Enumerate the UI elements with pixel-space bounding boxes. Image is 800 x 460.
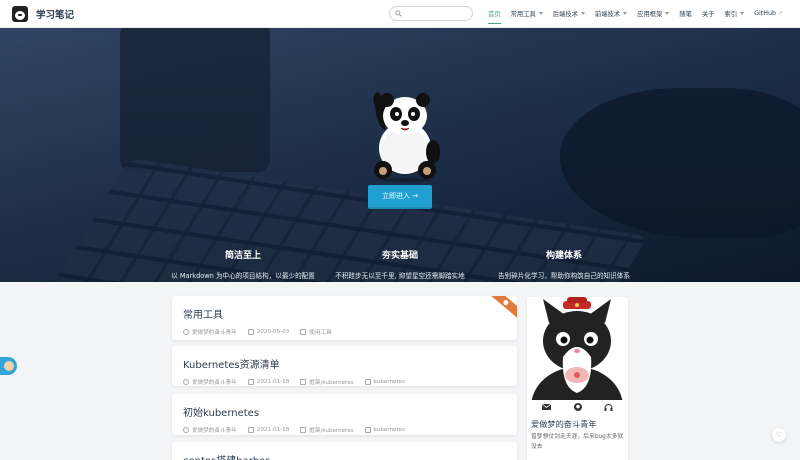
chevron-down-icon (538, 12, 543, 15)
heart-icon: ♡ (775, 431, 783, 439)
post-title[interactable]: 常用工具 (183, 306, 506, 321)
github-icon[interactable] (572, 403, 584, 411)
nav-item-about[interactable]: 关于 (702, 0, 715, 28)
feature-system: 构建体系 告别碎片化学习，帮助你构筑自己的知识体系 (489, 248, 639, 282)
chevron-down-icon (580, 12, 585, 15)
calendar-icon (247, 379, 254, 385)
user-icon (183, 379, 189, 385)
feature-title: 构建体系 (545, 251, 582, 261)
feature-description: 以 Markdown 为中心的项目结构，以最少的配置帮助你专注于写作。 (171, 272, 315, 280)
feature-description: 告别碎片化学习，帮助你构筑自己的知识体系 (498, 272, 630, 280)
search-box[interactable] (389, 6, 474, 21)
post-date: 2021-01-18 (256, 379, 290, 385)
post-card[interactable]: ⬤ 常用工具 爱做梦的奋斗青年 2020-05-03 使用工具 (172, 296, 517, 340)
folder-icon (300, 329, 307, 335)
avatar-icon (3, 361, 14, 371)
post-date: 2021-01-18 (256, 427, 290, 433)
folder-icon (300, 427, 307, 433)
post-card[interactable]: Kubernetes资源清单 爱做梦的奋斗青年 2021-01-18 框架/ku… (172, 346, 517, 386)
chevron-down-icon (623, 12, 628, 15)
calendar-icon (247, 329, 254, 335)
post-tag[interactable]: kubernetes (374, 379, 405, 385)
blogger-avatar (527, 297, 628, 400)
nav-right: 首页 常用工具 后端技术 前端技术 应用框架 随笔 关于 索引 GitHub ↗ (389, 0, 788, 28)
mail-icon[interactable] (541, 403, 553, 411)
folder-icon (300, 379, 307, 385)
feature-foundation: 夯实基础 不积跬步无以至千里, 抑望星空还需脚踏实地 (325, 248, 475, 282)
live2d-toggle-button[interactable] (0, 357, 17, 375)
nav-item-frameworks[interactable]: 应用框架 (637, 0, 670, 28)
post-author[interactable]: 爱做梦的奋斗青年 (192, 328, 237, 336)
blogger-slogan: 曾梦想仗剑走天涯，后来bug太多就没去 (531, 434, 624, 450)
blogger-name: 爱做梦的奋斗青年 (531, 419, 597, 429)
feature-simplicity: 简洁至上 以 Markdown 为中心的项目结构，以最少的配置帮助你专注于写作。 (168, 248, 318, 282)
post-title[interactable]: centos搭建harbor (183, 452, 506, 460)
social-links (527, 403, 628, 411)
search-icon (395, 10, 402, 17)
nav-item-backend[interactable]: 后端技术 (553, 0, 585, 28)
tag-icon (364, 379, 371, 385)
post-category[interactable]: 使用工具 (309, 328, 331, 336)
calendar-icon (247, 427, 254, 433)
tag-icon (364, 427, 371, 433)
feature-title: 简洁至上 (224, 251, 261, 261)
site-title[interactable]: 学习笔记 (36, 7, 74, 21)
nav-item-tools[interactable]: 常用工具 (511, 0, 543, 28)
post-date: 2020-05-03 (256, 329, 290, 335)
post-author[interactable]: 爱做梦的奋斗青年 (192, 426, 237, 434)
user-icon (183, 427, 189, 433)
post-category[interactable]: 框架/kubernetes (309, 378, 353, 386)
chevron-down-icon (665, 12, 670, 15)
search-input[interactable] (405, 10, 472, 17)
hero-banner: 立即进入 → 简洁至上 以 Markdown 为中心的项目结构，以最少的配置帮助… (0, 28, 800, 282)
post-meta: 爱做梦的奋斗青年 2021-01-18 框架/kubernetes kubern… (183, 426, 506, 434)
post-meta: 爱做梦的奋斗青年 2021-01-18 框架/kubernetes kubern… (183, 378, 506, 386)
nav-item-github[interactable]: GitHub ↗ (754, 0, 783, 28)
post-title[interactable]: Kubernetes资源清单 (183, 356, 506, 371)
user-icon (183, 329, 189, 335)
external-link-icon: ↗ (777, 10, 783, 17)
feature-title: 夯实基础 (381, 251, 418, 261)
nav-item-essays[interactable]: 随笔 (679, 0, 692, 28)
post-title[interactable]: 初始kubernetes (183, 404, 506, 419)
post-author[interactable]: 爱做梦的奋斗青年 (192, 378, 237, 386)
post-meta: 爱做梦的奋斗青年 2020-05-03 使用工具 (183, 328, 506, 336)
post-card[interactable]: 初始kubernetes 爱做梦的奋斗青年 2021-01-18 框架/kube… (172, 394, 517, 435)
blogger-card: 爱做梦的奋斗青年 曾梦想仗剑走天涯，后来bug太多就没去 (527, 297, 628, 460)
chevron-down-icon (740, 12, 745, 15)
nav-item-frontend[interactable]: 前端技术 (595, 0, 628, 28)
headphones-icon[interactable] (603, 403, 615, 411)
feature-description: 不积跬步无以至千里, 抑望星空还需脚踏实地 (335, 272, 465, 280)
post-tag[interactable]: kubernetes (374, 427, 405, 433)
theme-toggle-button[interactable]: ♡ (772, 428, 786, 442)
panda-mascot-image (373, 92, 440, 182)
site-logo[interactable] (12, 5, 28, 22)
nav-item-index[interactable]: 索引 (725, 0, 745, 28)
post-card[interactable]: centos搭建harbor (172, 442, 517, 460)
enter-button[interactable]: 立即进入 → (368, 185, 432, 209)
nav-item-home[interactable]: 首页 (488, 0, 501, 28)
post-category[interactable]: 框架/kubernetes (309, 426, 353, 434)
navbar: 学习笔记 首页 常用工具 后端技术 前端技术 应用框架 随笔 关于 索引 Git… (0, 0, 800, 28)
